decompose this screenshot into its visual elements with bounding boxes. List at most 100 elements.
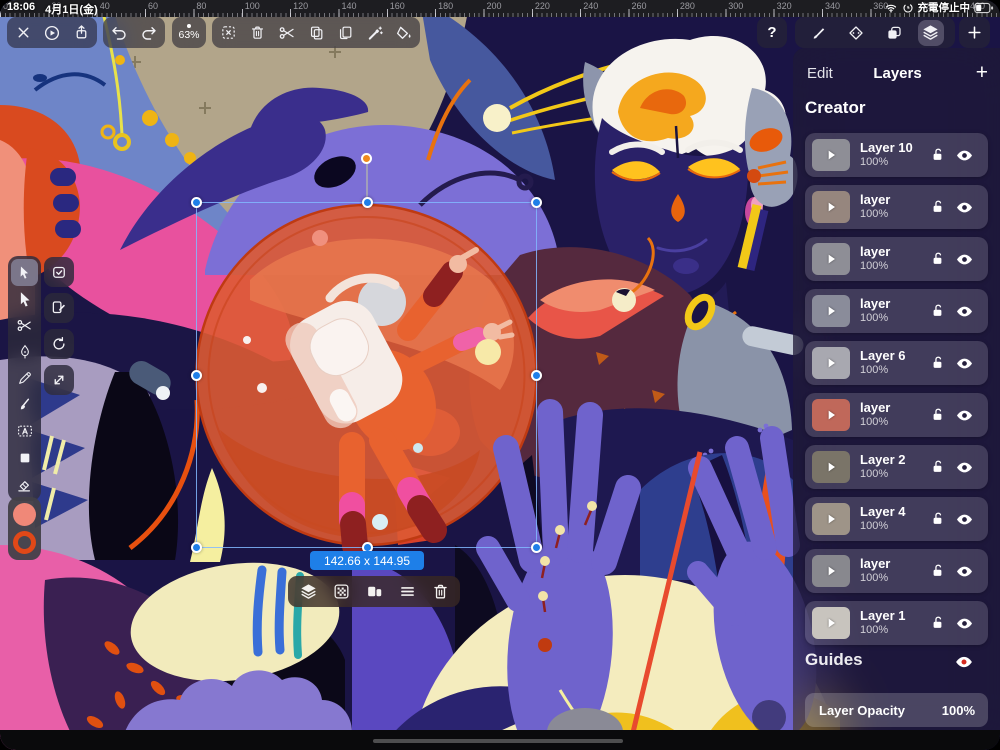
layer-row[interactable]: Layer 10 100%	[805, 133, 988, 177]
layer-expand-icon[interactable]	[823, 199, 839, 215]
tool-brush[interactable]	[11, 392, 38, 419]
tool-scissors[interactable]	[11, 312, 38, 339]
fill-bucket-button[interactable]	[391, 20, 417, 46]
stroke-color-swatch[interactable]	[13, 531, 36, 554]
undo-button[interactable]	[106, 20, 132, 46]
layer-row[interactable]: Layer 2 100%	[805, 445, 988, 489]
layer-expand-icon[interactable]	[823, 251, 839, 267]
preview-button[interactable]	[39, 20, 65, 46]
context-mask-button[interactable]	[361, 579, 387, 605]
close-button[interactable]	[10, 20, 36, 46]
layer-thumbnail[interactable]	[812, 295, 850, 327]
eye-icon[interactable]	[955, 406, 974, 430]
rotation-handle[interactable]	[361, 153, 372, 164]
add-object-button[interactable]	[959, 17, 990, 48]
tool-text[interactable]	[11, 418, 38, 445]
lock-icon[interactable]	[929, 406, 946, 428]
fill-color-swatch[interactable]	[13, 503, 36, 526]
lock-icon[interactable]	[929, 510, 946, 532]
zoom-level-button[interactable]: 63%	[172, 17, 206, 48]
arrange-panel-button[interactable]	[881, 20, 907, 46]
lock-icon[interactable]	[929, 562, 946, 584]
add-layer-button[interactable]: +	[976, 63, 988, 83]
layer-expand-icon[interactable]	[823, 459, 839, 475]
layer-expand-icon[interactable]	[823, 511, 839, 527]
layer-opacity-row[interactable]: Layer Opacity 100%	[805, 693, 988, 727]
layer-row[interactable]: layer 100%	[805, 393, 988, 437]
handle-top-right[interactable]	[531, 197, 542, 208]
context-opacity-button[interactable]	[328, 579, 354, 605]
layer-expand-icon[interactable]	[823, 563, 839, 579]
tool-pencil[interactable]	[11, 365, 38, 392]
eye-icon[interactable]	[955, 198, 974, 222]
lock-icon[interactable]	[929, 354, 946, 376]
layers-panel-button[interactable]	[918, 20, 944, 46]
handle-top-center[interactable]	[362, 197, 373, 208]
handle-top-left[interactable]	[191, 197, 202, 208]
artboard-title[interactable]: Creator	[805, 98, 865, 118]
rotate-button[interactable]	[44, 329, 74, 359]
eye-icon[interactable]	[955, 146, 974, 170]
layer-row[interactable]: layer 100%	[805, 237, 988, 281]
eye-icon[interactable]	[955, 302, 974, 326]
handle-bottom-left[interactable]	[191, 542, 202, 553]
layer-row[interactable]: layer 100%	[805, 289, 988, 333]
share-button[interactable]	[68, 20, 94, 46]
style-picker-button[interactable]	[362, 20, 388, 46]
tool-pen[interactable]	[11, 339, 38, 366]
resize-button[interactable]	[44, 365, 74, 395]
layer-row[interactable]: layer 100%	[805, 549, 988, 593]
multiselect-button[interactable]	[44, 257, 74, 287]
layer-thumbnail[interactable]	[812, 399, 850, 431]
tool-shape[interactable]	[11, 445, 38, 472]
context-menu-button[interactable]	[394, 579, 420, 605]
layer-row[interactable]: Layer 6 100%	[805, 341, 988, 385]
eye-icon[interactable]	[955, 562, 974, 586]
cut-button[interactable]	[274, 20, 300, 46]
lock-icon[interactable]	[929, 250, 946, 272]
horizontal-scrollbar[interactable]	[373, 739, 623, 743]
copy-button[interactable]	[303, 20, 329, 46]
layer-expand-icon[interactable]	[823, 355, 839, 371]
snap-panel-button[interactable]	[843, 20, 869, 46]
lock-icon[interactable]	[929, 458, 946, 480]
handle-bottom-right[interactable]	[531, 542, 542, 553]
layer-thumbnail[interactable]	[812, 347, 850, 379]
lock-icon[interactable]	[929, 614, 946, 636]
context-delete-button[interactable]	[427, 579, 453, 605]
canvas-corner-widget[interactable]	[752, 700, 786, 734]
deselect-button[interactable]	[215, 20, 241, 46]
eye-icon[interactable]	[955, 458, 974, 482]
layer-expand-icon[interactable]	[823, 407, 839, 423]
eye-icon[interactable]	[955, 250, 974, 274]
eye-icon[interactable]	[955, 354, 974, 378]
layer-row[interactable]: layer 100%	[805, 185, 988, 229]
guides-visibility-toggle[interactable]	[954, 652, 974, 677]
redo-button[interactable]	[136, 20, 162, 46]
layer-thumbnail[interactable]	[812, 191, 850, 223]
eye-icon[interactable]	[955, 510, 974, 534]
layer-thumbnail[interactable]	[812, 451, 850, 483]
help-button[interactable]: ?	[757, 17, 787, 48]
handle-middle-left[interactable]	[191, 370, 202, 381]
tool-direct-select[interactable]	[11, 286, 38, 313]
delete-button[interactable]	[245, 20, 271, 46]
layer-expand-icon[interactable]	[823, 615, 839, 631]
layer-thumbnail[interactable]	[812, 555, 850, 587]
lock-icon[interactable]	[929, 198, 946, 220]
guides-row[interactable]: Guides	[805, 650, 988, 676]
paste-button[interactable]	[332, 20, 358, 46]
layer-thumbnail[interactable]	[812, 243, 850, 275]
duplicate-button[interactable]	[44, 293, 74, 323]
tool-select[interactable]	[11, 259, 38, 286]
layer-thumbnail[interactable]	[812, 607, 850, 639]
tool-eraser[interactable]	[11, 471, 38, 498]
brush-panel-button[interactable]	[806, 20, 832, 46]
tab-layers[interactable]: Layers	[807, 65, 988, 82]
layer-thumbnail[interactable]	[812, 503, 850, 535]
eye-icon[interactable]	[955, 614, 974, 638]
horizontal-ruler[interactable]: 0204060801001201401601802002202402602803…	[0, 0, 1000, 17]
handle-middle-right[interactable]	[531, 370, 542, 381]
layer-row[interactable]: Layer 1 100%	[805, 601, 988, 645]
layer-expand-icon[interactable]	[823, 147, 839, 163]
